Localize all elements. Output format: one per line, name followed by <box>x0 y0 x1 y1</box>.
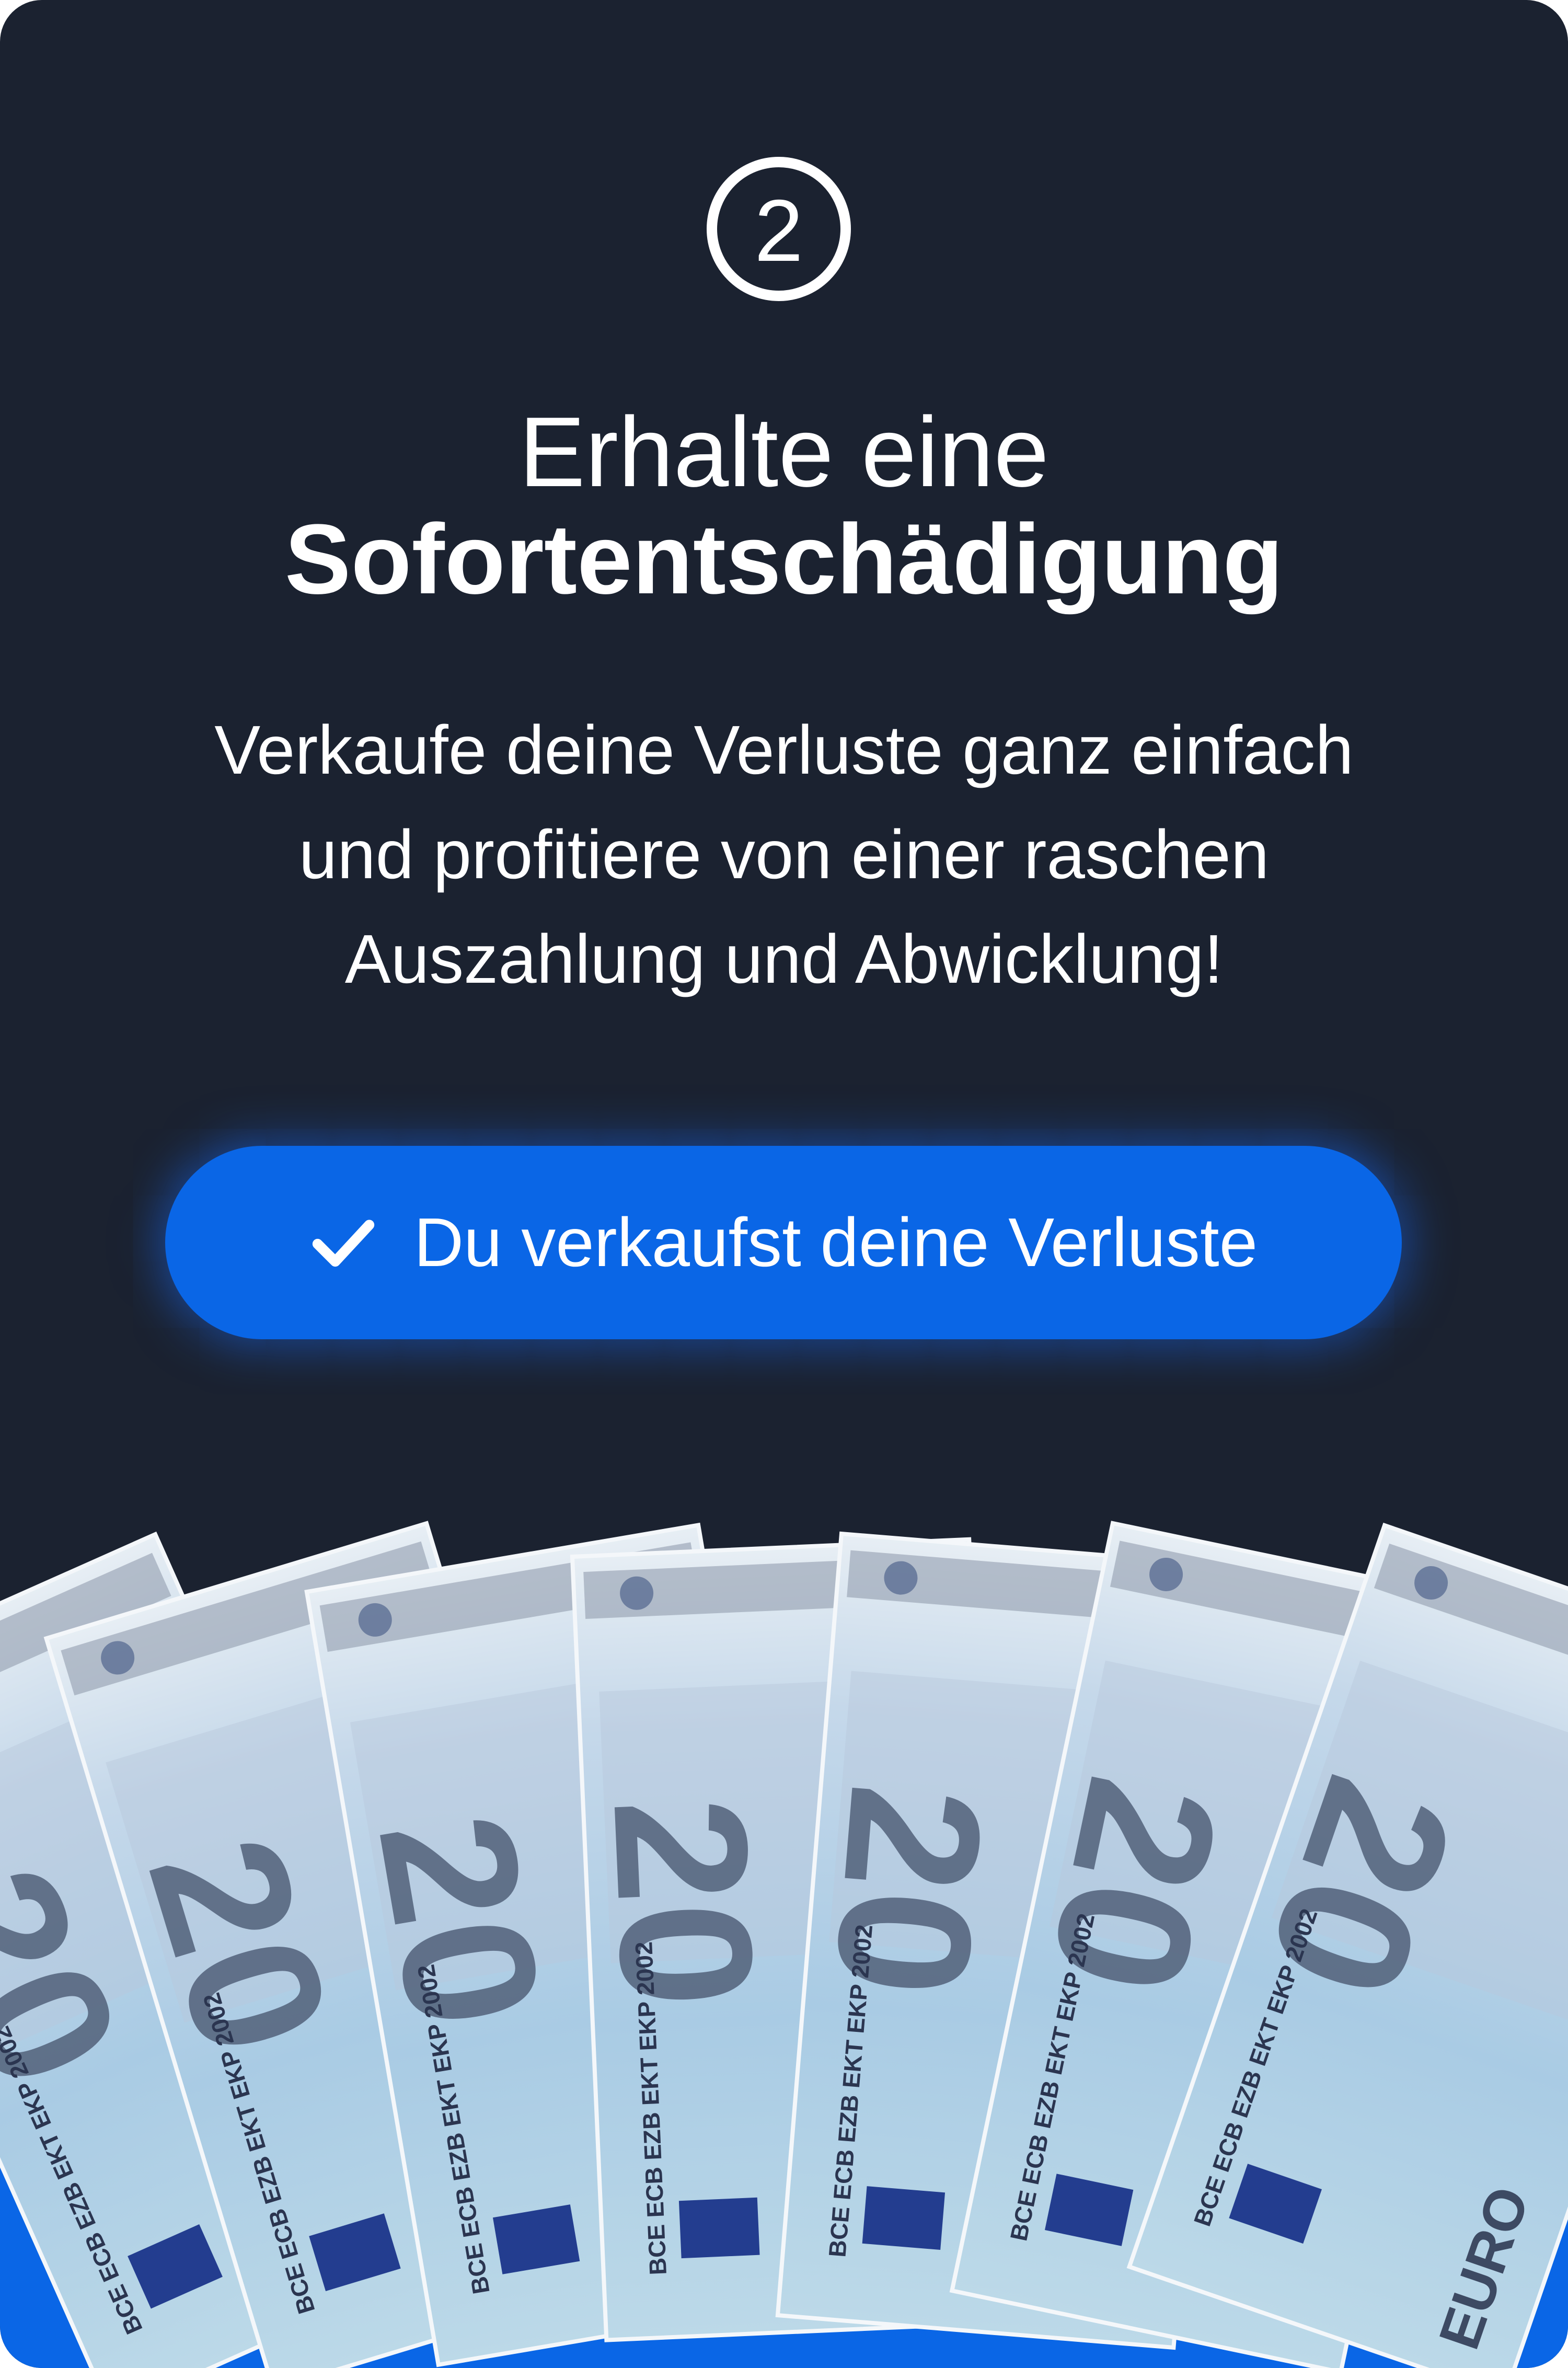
checkmark-icon <box>312 1220 375 1267</box>
sell-losses-button-label: Du verkaufst deine Verluste <box>413 1204 1258 1281</box>
title-line-2: Sofortentschädigung <box>284 504 1284 615</box>
banknotes-fan-illustration: 20BCE ECB EZB EKT EKP 200220BCE ECB EZB … <box>0 1521 1568 2368</box>
promo-card: 2 Erhalte eine Sofortentschädigung Verka… <box>0 0 1568 2368</box>
banknote-value: 20 <box>574 1794 793 2012</box>
sell-losses-button[interactable]: Du verkaufst deine Verluste <box>165 1146 1402 1339</box>
eu-flag <box>862 2186 946 2250</box>
banknote-value: 20 <box>795 1778 1022 2004</box>
title-line-1: Erhalte eine <box>518 397 1049 508</box>
description: Verkaufe deine Verluste ganz einfach und… <box>131 698 1437 1011</box>
step-number-circle-icon: 2 <box>707 157 851 301</box>
description-line: und profitiere von einer raschen <box>298 816 1270 893</box>
description-line: Verkaufe deine Verluste ganz einfach <box>214 711 1354 788</box>
eu-flag <box>678 2197 760 2259</box>
step-number: 2 <box>754 181 803 280</box>
banknote-value: 20 <box>339 1800 582 2042</box>
banknote-value: 20 <box>1011 1762 1260 2009</box>
description-line: Auszahlung und Abwicklung! <box>344 921 1224 997</box>
